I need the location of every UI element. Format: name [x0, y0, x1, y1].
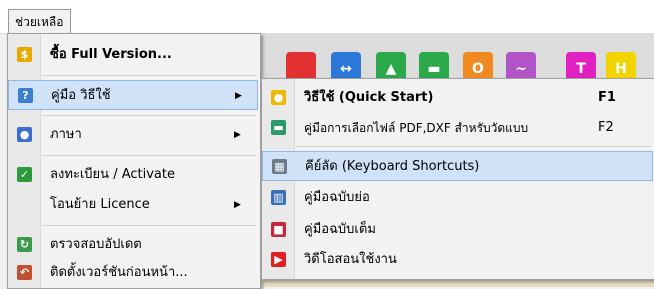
- menu-item-full-manual[interactable]: ■ คู่มือฉบับเต็ม: [262, 215, 653, 245]
- menu-item-check-update[interactable]: ↻ ตรวจสอบอัปเดต: [8, 230, 258, 260]
- menu-item-buy-full-version[interactable]: $ ซื้อ Full Version...: [8, 40, 258, 70]
- menu-item-label: ตรวจสอบอัปเดต: [50, 237, 142, 252]
- menu-item-label: คู่มือฉบับย่อ: [304, 190, 370, 205]
- menu-item-label: ซื้อ Full Version...: [50, 47, 172, 62]
- manual-submenu: ● วิธีใช้ (Quick Start) F1 ▬ คู่มือการเล…: [261, 78, 654, 280]
- video-icon: ▶: [271, 252, 286, 267]
- help-icon: ?: [18, 88, 33, 103]
- menu-help[interactable]: ช่วยเหลือ: [8, 9, 71, 34]
- shortcut-label: F1: [598, 90, 616, 105]
- manual-icon: ■: [271, 222, 286, 237]
- menu-item-activate[interactable]: ✓ ลงทะเบียน / Activate: [8, 160, 258, 190]
- help-menu: $ ซื้อ Full Version... ? คู่มือ วิธีใช้ …: [7, 33, 261, 289]
- menu-item-keyboard-shortcuts[interactable]: ▦ คีย์ลัด (Keyboard Shortcuts): [262, 151, 653, 181]
- menu-item-label: ภาษา: [50, 127, 82, 142]
- menu-item-label: วิธีใช้ (Quick Start): [304, 90, 434, 105]
- dollar-icon: $: [17, 47, 32, 62]
- menu-item-language[interactable]: ● ภาษา ▶: [8, 120, 258, 150]
- checkmark-icon: ✓: [17, 167, 32, 182]
- menu-item-install-previous[interactable]: ↶ ติดตั้งเวอร์ชันก่อนหน้า...: [8, 258, 258, 288]
- menu-item-short-manual[interactable]: ▥ คู่มือฉบับย่อ: [262, 183, 653, 213]
- menu-item-label: คู่มือ วิธีใช้: [51, 88, 111, 103]
- menu-item-file-guide[interactable]: ▬ คู่มือการเลือกไฟล์ PDF,DXF สำหรับวัดแบ…: [262, 113, 653, 143]
- menu-item-label: คู่มือฉบับเต็ม: [304, 222, 376, 237]
- menu-separator: [42, 225, 256, 226]
- menu-item-label: วิดีโอสอนใช้งาน: [304, 252, 397, 267]
- menu-bar: ช่วยเหลือ: [0, 0, 654, 34]
- menu-separator: [42, 75, 256, 76]
- language-icon: ●: [17, 127, 32, 142]
- keyboard-icon: ▦: [272, 159, 287, 174]
- menu-separator: [296, 146, 651, 147]
- rollback-icon: ↶: [17, 265, 32, 280]
- menu-separator: [42, 115, 256, 116]
- menu-item-label: คู่มือการเลือกไฟล์ PDF,DXF สำหรับวัดแบบ: [304, 121, 529, 135]
- shortcut-label: F2: [598, 120, 614, 135]
- menu-item-label: ติดตั้งเวอร์ชันก่อนหน้า...: [50, 265, 188, 280]
- menu-item-label: คีย์ลัด (Keyboard Shortcuts): [305, 159, 480, 174]
- menu-item-video-tutorial[interactable]: ▶ วิดีโอสอนใช้งาน: [262, 245, 653, 275]
- menu-item-label: ลงทะเบียน / Activate: [50, 167, 175, 182]
- menu-item-manual[interactable]: ? คู่มือ วิธีใช้ ▶: [8, 80, 258, 110]
- menu-item-transfer-licence[interactable]: โอนย้าย Licence ▶: [8, 190, 258, 220]
- submenu-arrow-icon: ▶: [234, 200, 241, 210]
- menu-item-label: โอนย้าย Licence: [50, 197, 150, 212]
- book-icon: ▥: [271, 190, 286, 205]
- file-guide-icon: ▬: [271, 120, 286, 135]
- refresh-icon: ↻: [17, 237, 32, 252]
- submenu-arrow-icon: ▶: [234, 130, 241, 140]
- menu-item-quick-start[interactable]: ● วิธีใช้ (Quick Start) F1: [262, 83, 653, 113]
- menu-separator: [42, 155, 256, 156]
- submenu-arrow-icon: ▶: [235, 91, 242, 101]
- lightbulb-icon: ●: [271, 90, 286, 105]
